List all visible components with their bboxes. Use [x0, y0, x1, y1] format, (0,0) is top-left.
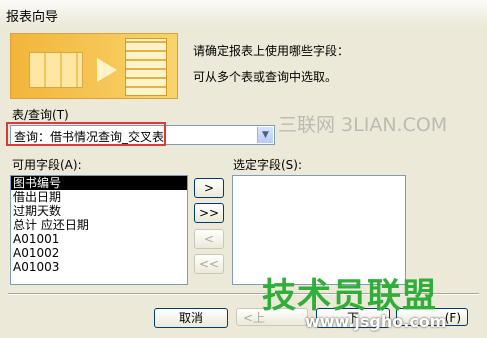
add-field-button[interactable]: > — [194, 178, 224, 198]
window-title: 报表向导 — [6, 10, 59, 25]
list-item[interactable]: 总计 应还日期 — [11, 218, 187, 232]
selected-fields-label: 选定字段(S): — [233, 158, 303, 172]
list-item[interactable]: A01001 — [11, 232, 187, 246]
remove-field-button[interactable]: < — [194, 229, 224, 249]
footer-divider — [8, 293, 479, 295]
list-item[interactable]: A01002 — [11, 246, 187, 260]
selected-fields-list[interactable] — [232, 175, 406, 285]
list-item[interactable]: 图书编号 — [11, 176, 187, 190]
source-select[interactable]: 查询：借书情况查询_交叉表 ▼ — [10, 125, 275, 145]
intro-line-2: 可从多个表或查询中选取。 — [193, 70, 338, 84]
list-item[interactable]: 过期天数 — [11, 204, 187, 218]
field-stack-graphic — [29, 52, 83, 88]
finish-button[interactable]: (F) — [396, 308, 468, 326]
add-all-fields-button[interactable]: >> — [194, 203, 224, 223]
available-label: 可用字段(A): — [12, 158, 82, 172]
cancel-button[interactable]: 取消 — [154, 308, 228, 328]
intro-line-1: 请确定报表上使用哪些字段： — [193, 44, 350, 58]
back-button[interactable]: <上 — [236, 308, 308, 326]
source-label: 表/查询(T) — [12, 108, 69, 122]
remove-all-fields-button[interactable]: << — [194, 254, 224, 274]
list-item[interactable]: A01003 — [11, 260, 187, 274]
arrow-graphic — [97, 58, 117, 82]
available-fields-list[interactable]: 图书编号 借出日期 过期天数 总计 应还日期 A01001 A01002 A01… — [10, 175, 188, 285]
dropdown-arrow-icon[interactable]: ▼ — [257, 127, 273, 143]
report-wizard-banner-icon — [10, 33, 178, 99]
list-item[interactable]: 借出日期 — [11, 190, 187, 204]
watermark-top: 三联网 3LIAN.COM — [278, 114, 448, 136]
title-bar: 报表向导 — [0, 0, 487, 27]
next-button[interactable]: 下 — [316, 308, 390, 328]
source-select-value: 查询：借书情况查询_交叉表 — [14, 130, 165, 144]
report-sheet-graphic — [125, 38, 167, 96]
